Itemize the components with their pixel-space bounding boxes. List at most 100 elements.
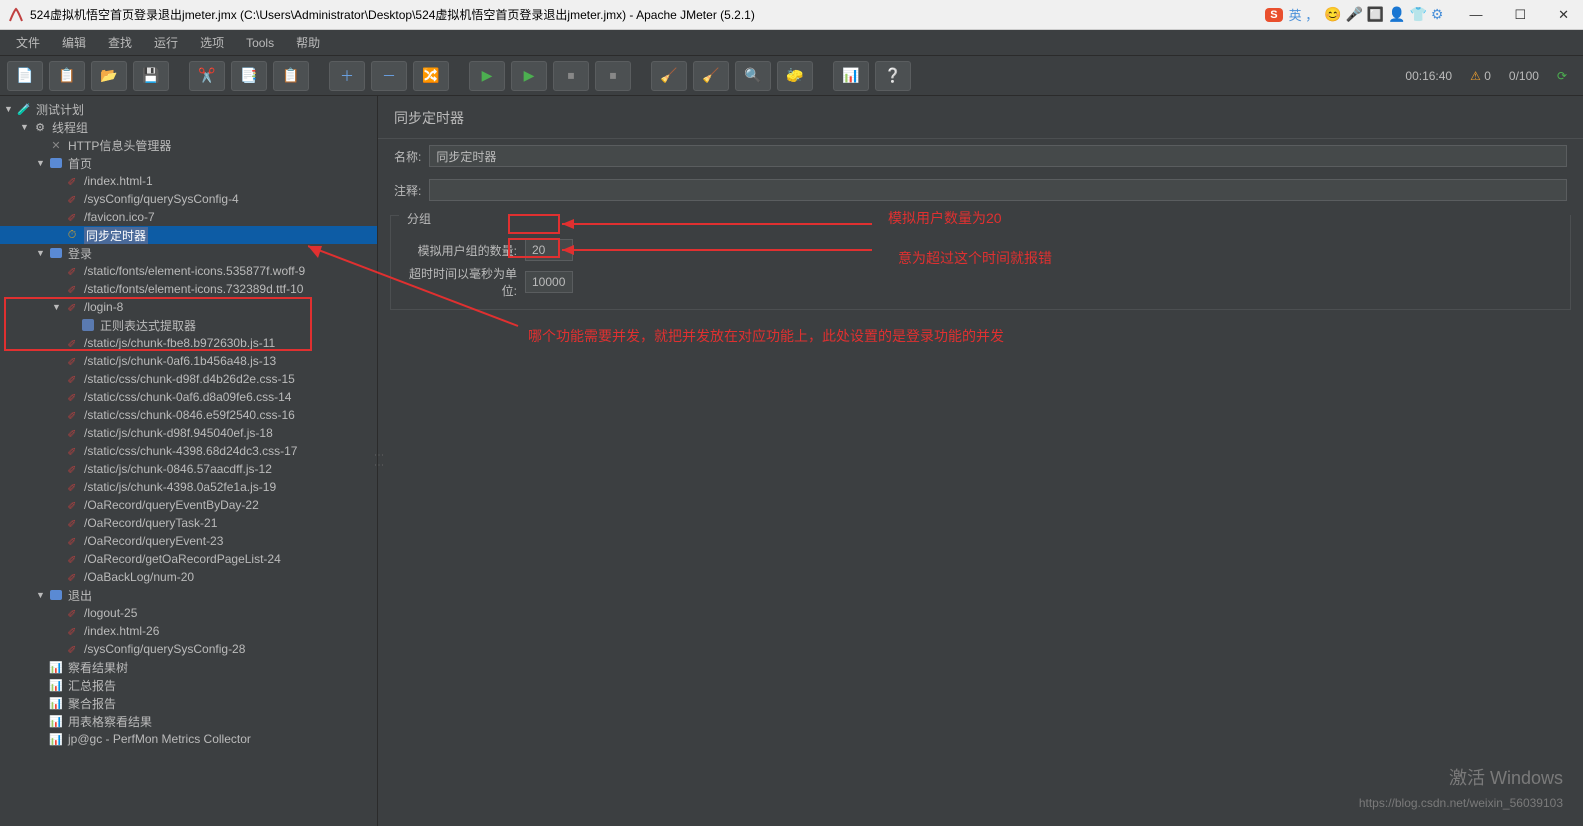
tree-login8-item-13-icon: ✏ xyxy=(61,566,84,589)
tree-login8-item-9[interactable]: ✏/OaRecord/queryEventByDay-22 xyxy=(0,496,377,514)
search-button[interactable]: 🔍 xyxy=(735,61,771,91)
comment-input[interactable] xyxy=(429,179,1567,201)
tree-testplan-icon: 🧪 xyxy=(16,101,32,117)
ime-badge-icon: S xyxy=(1265,8,1282,22)
tree-regex[interactable]: 正则表达式提取器 xyxy=(0,316,377,334)
tree-testplan[interactable]: ▼🧪测试计划 xyxy=(0,100,377,118)
tree-login8-item-5[interactable]: ✏/static/js/chunk-d98f.945040ef.js-18 xyxy=(0,424,377,442)
tree-logout-item-1[interactable]: ✏/index.html-26 xyxy=(0,622,377,640)
tree-toggle-icon[interactable]: ▼ xyxy=(36,590,48,600)
tree-logout-item-2[interactable]: ✏/sysConfig/querySysConfig-28 xyxy=(0,640,377,658)
tree-logout[interactable]: ▼退出 xyxy=(0,586,377,604)
tree-login8-item-10[interactable]: ✏/OaRecord/queryTask-21 xyxy=(0,514,377,532)
tree-toggle-icon[interactable]: ▼ xyxy=(36,158,48,168)
tree-listener-0[interactable]: 📊察看结果树 xyxy=(0,658,377,676)
tree-login8-item-11[interactable]: ✏/OaRecord/queryEvent-23 xyxy=(0,532,377,550)
timeout-input[interactable] xyxy=(525,271,573,293)
tree-label: 用表格察看结果 xyxy=(68,713,152,730)
tree-login8-item-2[interactable]: ✏/static/css/chunk-d98f.d4b26d2e.css-15 xyxy=(0,370,377,388)
tree-login8-item-8[interactable]: ✏/static/js/chunk-4398.0a52fe1a.js-19 xyxy=(0,478,377,496)
tree-login-icon xyxy=(48,245,64,261)
clear-button[interactable]: 🧹 xyxy=(651,61,687,91)
tree-login8[interactable]: ▼✏/login-8 xyxy=(0,298,377,316)
tree-label: /OaBackLog/num-20 xyxy=(84,570,194,584)
cut-button[interactable]: ✂️ xyxy=(189,61,225,91)
tree-homepage[interactable]: ▼首页 xyxy=(0,154,377,172)
tree-label: /static/css/chunk-0846.e59f2540.css-16 xyxy=(84,408,295,422)
menu-options[interactable]: 选项 xyxy=(190,31,234,54)
tree-login8-item-6[interactable]: ✏/static/css/chunk-4398.68d24dc3.css-17 xyxy=(0,442,377,460)
tree-login8-item-0[interactable]: ✏/static/js/chunk-fbe8.b972630b.js-11 xyxy=(0,334,377,352)
menu-search[interactable]: 查找 xyxy=(98,31,142,54)
paste-button[interactable]: 📋 xyxy=(273,61,309,91)
templates-button[interactable]: 📋 xyxy=(49,61,85,91)
menu-run[interactable]: 运行 xyxy=(144,31,188,54)
close-button[interactable]: ✕ xyxy=(1552,5,1575,25)
tree-logout-item-0[interactable]: ✏/logout-25 xyxy=(0,604,377,622)
ime-icons: 😊 🎤 🔲 👤 👕 ⚙ xyxy=(1324,6,1443,23)
open-button[interactable]: 📂 xyxy=(91,61,127,91)
clearall-button[interactable]: 🧹 xyxy=(693,61,729,91)
tree-listener-3[interactable]: 📊用表格察看结果 xyxy=(0,712,377,730)
ime-lang: 英 ， xyxy=(1289,5,1319,24)
tree-listener-4[interactable]: 📊jp@gc - PerfMon Metrics Collector xyxy=(0,730,377,748)
test-tree[interactable]: ▼🧪测试计划▼⚙线程组✕HTTP信息头管理器▼首页✏/index.html-1✏… xyxy=(0,96,378,826)
tree-login[interactable]: ▼登录 xyxy=(0,244,377,262)
name-input[interactable] xyxy=(429,145,1567,167)
collapse-button[interactable]: － xyxy=(371,61,407,91)
tree-timer[interactable]: ⏱同步定时器 xyxy=(0,226,377,244)
tree-threadgroup[interactable]: ▼⚙线程组 xyxy=(0,118,377,136)
tree-login8-item-4[interactable]: ✏/static/css/chunk-0846.e59f2540.css-16 xyxy=(0,406,377,424)
reset-search-button[interactable]: 🧽 xyxy=(777,61,813,91)
tree-listener-2[interactable]: 📊聚合报告 xyxy=(0,694,377,712)
tree-label: /static/js/chunk-4398.0a52fe1a.js-19 xyxy=(84,480,276,494)
tree-login8-item-1[interactable]: ✏/static/js/chunk-0af6.1b456a48.js-13 xyxy=(0,352,377,370)
tree-login-item-0[interactable]: ✏/static/fonts/element-icons.535877f.wof… xyxy=(0,262,377,280)
shutdown-button[interactable]: ⏹ xyxy=(595,61,631,91)
tree-toggle-icon[interactable]: ▼ xyxy=(4,104,16,114)
tree-listener-1[interactable]: 📊汇总报告 xyxy=(0,676,377,694)
minimize-button[interactable]: — xyxy=(1463,5,1488,25)
menu-tools[interactable]: Tools xyxy=(236,33,284,53)
copy-button[interactable]: 📑 xyxy=(231,61,267,91)
tree-login8-item-7[interactable]: ✏/static/js/chunk-0846.57aacdff.js-12 xyxy=(0,460,377,478)
expand-button[interactable]: ＋ xyxy=(329,61,365,91)
tree-label: 聚合报告 xyxy=(68,695,116,712)
tree-httpheader-icon: ✕ xyxy=(48,137,64,153)
help-button[interactable]: ❔ xyxy=(875,61,911,91)
tree-label: /static/css/chunk-0af6.d8a09fe6.css-14 xyxy=(84,390,291,404)
tree-httpheader[interactable]: ✕HTTP信息头管理器 xyxy=(0,136,377,154)
tree-login-item-1[interactable]: ✏/static/fonts/element-icons.732389d.ttf… xyxy=(0,280,377,298)
menu-help[interactable]: 帮助 xyxy=(286,31,330,54)
tree-label: HTTP信息头管理器 xyxy=(68,137,171,154)
new-button[interactable]: 📄 xyxy=(7,61,43,91)
users-input[interactable] xyxy=(525,239,573,261)
timeout-row: 超时时间以毫秒为单位: xyxy=(391,263,1570,301)
panel-title: 同步定时器 xyxy=(378,96,1583,139)
function-helper-button[interactable]: 📊 xyxy=(833,61,869,91)
start-notimers-button[interactable]: ▶ xyxy=(511,61,547,91)
tree-home-item-1[interactable]: ✏/sysConfig/querySysConfig-4 xyxy=(0,190,377,208)
stop-button[interactable]: ⏹ xyxy=(553,61,589,91)
tree-login8-item-3[interactable]: ✏/static/css/chunk-0af6.d8a09fe6.css-14 xyxy=(0,388,377,406)
menubar: 文件 编辑 查找 运行 选项 Tools 帮助 xyxy=(0,30,1583,56)
menu-edit[interactable]: 编辑 xyxy=(52,31,96,54)
splitter-grip[interactable]: ⋮⋮ xyxy=(373,450,384,470)
tree-home-item-2[interactable]: ✏/favicon.ico-7 xyxy=(0,208,377,226)
tree-home-item-0[interactable]: ✏/index.html-1 xyxy=(0,172,377,190)
tree-toggle-icon[interactable]: ▼ xyxy=(36,248,48,258)
toggle-button[interactable]: 🔀 xyxy=(413,61,449,91)
main-area: ▼🧪测试计划▼⚙线程组✕HTTP信息头管理器▼首页✏/index.html-1✏… xyxy=(0,96,1583,826)
tree-label: 汇总报告 xyxy=(68,677,116,694)
start-button[interactable]: ▶ xyxy=(469,61,505,91)
gc-icon[interactable]: ⟳ xyxy=(1557,69,1567,83)
save-button[interactable]: 💾 xyxy=(133,61,169,91)
tree-timer-icon: ⏱ xyxy=(64,227,80,243)
maximize-button[interactable]: ☐ xyxy=(1508,5,1532,25)
status-time: 00:16:40 xyxy=(1405,69,1452,83)
tree-login8-item-12[interactable]: ✏/OaRecord/getOaRecordPageList-24 xyxy=(0,550,377,568)
tree-login8-item-13[interactable]: ✏/OaBackLog/num-20 xyxy=(0,568,377,586)
menu-file[interactable]: 文件 xyxy=(6,31,50,54)
tree-toggle-icon[interactable]: ▼ xyxy=(20,122,32,132)
tree-label: 测试计划 xyxy=(36,101,84,118)
